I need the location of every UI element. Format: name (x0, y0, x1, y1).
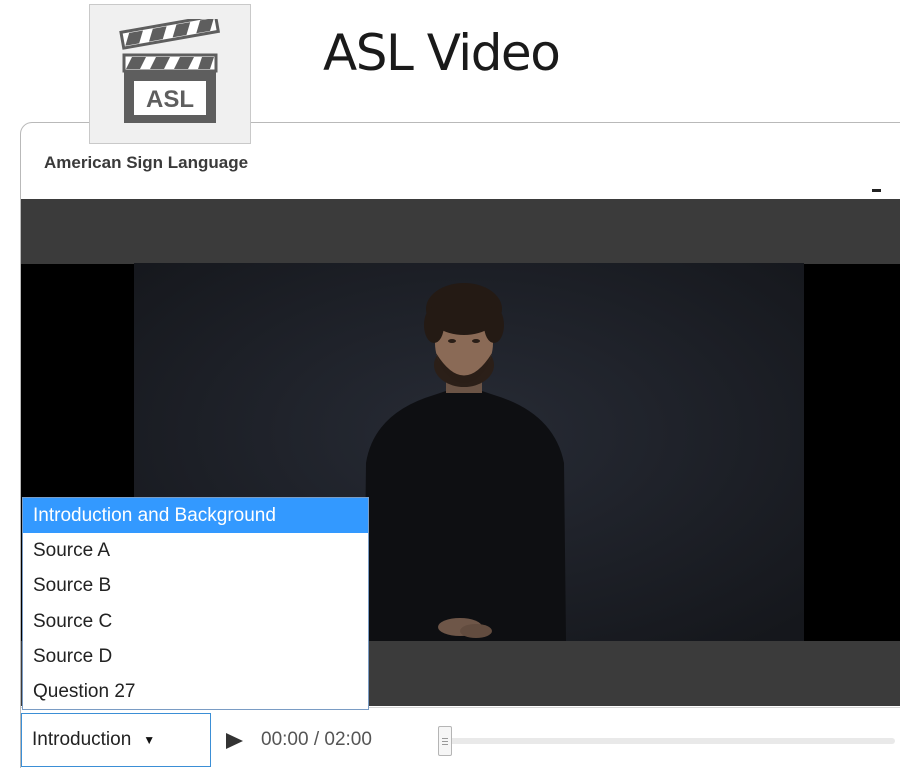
minimize-button[interactable] (870, 180, 884, 192)
asl-video-icon: ASL (89, 4, 251, 144)
section-select-value: Introduction (32, 729, 132, 750)
minimize-icon (872, 189, 881, 192)
seek-bar[interactable] (440, 738, 895, 744)
section-select[interactable]: Introduction ▼ (21, 713, 211, 767)
page-title: ASL Video (323, 24, 561, 82)
clapperboard-icon: ASL (119, 19, 221, 123)
section-dropdown-list: Introduction and Background Source A Sou… (22, 497, 369, 710)
video-letterbox-top (21, 199, 900, 264)
seek-handle[interactable] (438, 726, 452, 756)
time-display: 00:00 / 02:00 (261, 729, 372, 750)
caret-down-icon: ▼ (143, 733, 156, 747)
asl-icon-label: ASL (146, 86, 194, 113)
play-button[interactable] (224, 731, 244, 751)
dropdown-option[interactable]: Source D (23, 639, 368, 674)
dropdown-option[interactable]: Source B (23, 568, 368, 603)
dropdown-option[interactable]: Source A (23, 533, 368, 568)
page: ASL ASL Video American Sign Language Int… (0, 0, 900, 768)
dropdown-option[interactable]: Source C (23, 604, 368, 639)
dropdown-option[interactable]: Introduction and Background (23, 498, 368, 534)
panel-title: American Sign Language (44, 153, 249, 172)
dropdown-option[interactable]: Question 27 (23, 674, 368, 709)
play-icon (226, 733, 243, 749)
